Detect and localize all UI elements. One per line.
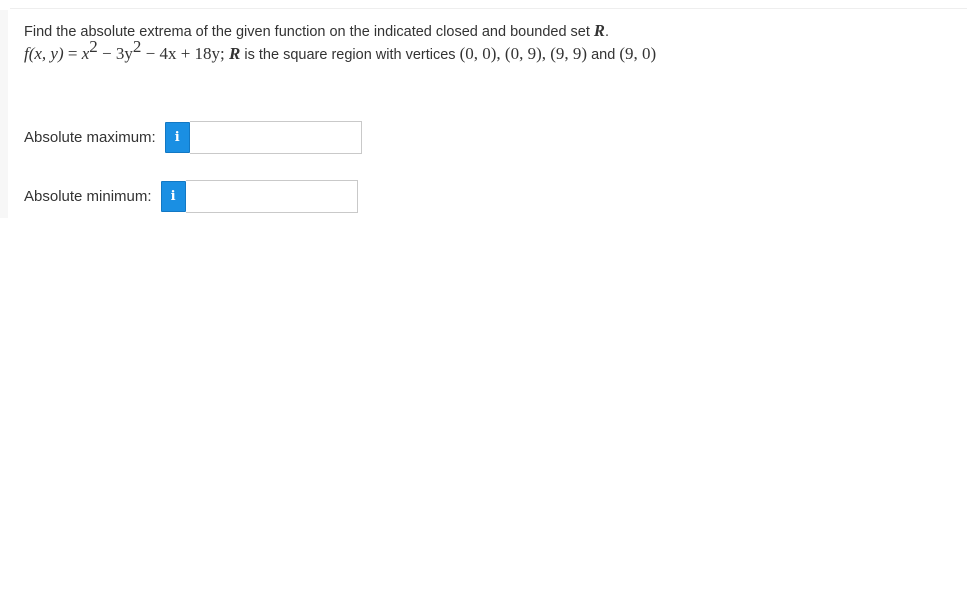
function-definition: f(x, y) = x2 − 3y2 − 4x + 18y; R is the … <box>24 38 954 65</box>
region-vertices: (0, 0), (0, 9), (9, 9) <box>459 44 588 63</box>
function-exp-x: 2 <box>89 37 98 56</box>
function-lhs: f(x, y) <box>24 44 64 63</box>
question-instruction: Find the absolute extrema of the given f… <box>24 22 954 41</box>
instruction-period: . <box>604 24 609 40</box>
set-symbol: R <box>593 21 605 40</box>
top-divider <box>10 8 967 9</box>
left-panel-edge <box>0 10 8 218</box>
absolute-maximum-row: Absolute maximum: i <box>24 121 362 154</box>
absolute-minimum-row: Absolute minimum: i <box>24 180 358 213</box>
absolute-minimum-input[interactable] <box>185 180 358 213</box>
question-content: Find the absolute extrema of the given f… <box>24 22 954 65</box>
info-icon[interactable]: i <box>164 122 190 153</box>
function-term-y: − 3y <box>97 44 133 63</box>
absolute-maximum-input[interactable] <box>189 121 362 154</box>
region-text: is the square region with vertices <box>240 47 460 63</box>
absolute-maximum-label: Absolute maximum: <box>24 129 156 146</box>
function-eq: = <box>63 44 82 63</box>
region-last-vertex: (9, 0) <box>619 44 657 63</box>
region-symbol: R <box>229 44 241 63</box>
instruction-text: Find the absolute extrema of the given f… <box>24 24 594 40</box>
info-icon[interactable]: i <box>160 181 186 212</box>
and-text: and <box>587 47 620 63</box>
absolute-minimum-label: Absolute minimum: <box>24 188 152 205</box>
function-term-linear: − 4x + 18y; <box>141 44 230 63</box>
